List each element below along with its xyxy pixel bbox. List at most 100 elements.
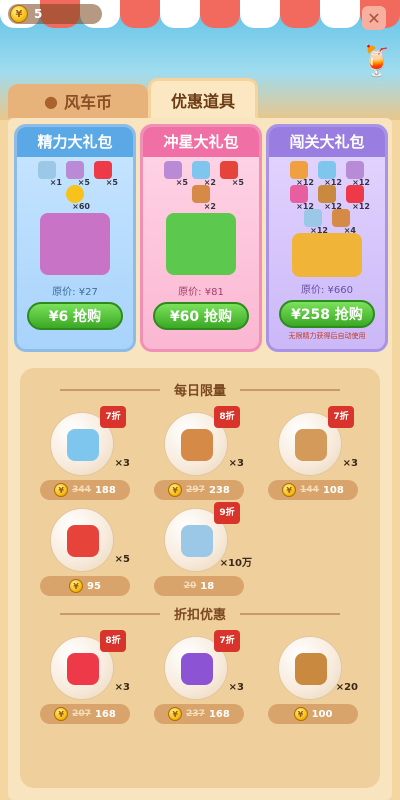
original-price: 原价: ¥27 bbox=[52, 287, 98, 298]
shop-item[interactable]: 8折 ×3 ¥207 168 bbox=[40, 630, 130, 736]
bundle-item: ×12 bbox=[314, 185, 342, 211]
old-price: 237 bbox=[186, 709, 205, 719]
price-button[interactable]: ¥95 bbox=[40, 576, 130, 596]
coin-icon: ¥ bbox=[168, 707, 183, 721]
item-quantity: ×3 bbox=[228, 458, 244, 469]
bundle-title: 精力大礼包 bbox=[17, 127, 133, 157]
bundle-item: ×2 bbox=[188, 161, 216, 187]
bundle-item: ×12 bbox=[342, 185, 370, 211]
grid-box-icon bbox=[67, 525, 99, 557]
original-price: 原价: ¥81 bbox=[178, 287, 224, 298]
gift-box-icon bbox=[40, 213, 110, 275]
coin-icon: ¥ bbox=[282, 483, 297, 497]
bundle-item: ×5 bbox=[62, 161, 90, 187]
tab-label: 优惠道具 bbox=[170, 91, 235, 111]
buy-button[interactable]: ¥258 抢购 bbox=[279, 300, 375, 328]
tab-bar: ● 风车币 优惠道具 bbox=[8, 78, 392, 118]
divider bbox=[240, 389, 340, 391]
bundle-item: ×2 bbox=[188, 185, 216, 211]
bird-icon bbox=[181, 653, 213, 685]
item-quantity: ×5 bbox=[114, 554, 130, 565]
price-button[interactable]: ¥237 168 bbox=[154, 704, 244, 724]
coin-balance-value: 5 bbox=[34, 7, 43, 21]
price-button[interactable]: ¥297 238 bbox=[154, 480, 244, 500]
bundle-items: ×1 ×5 ×5 ×60 bbox=[17, 157, 133, 211]
shop-item[interactable]: ×5 ¥95 bbox=[40, 508, 130, 608]
bundle-card-energy: 精力大礼包 ×1 ×5 ×5 ×60 原价: ¥27 ¥6 抢购 bbox=[14, 124, 136, 352]
price-button[interactable]: 20 18 bbox=[154, 576, 244, 596]
shoe-icon bbox=[318, 161, 336, 179]
current-price: 108 bbox=[322, 484, 344, 496]
coin-icon: ¥ bbox=[69, 579, 84, 593]
bundle-item: ×4 bbox=[328, 209, 356, 235]
bundle-item: ×12 bbox=[286, 161, 314, 187]
candy-icon bbox=[290, 185, 308, 203]
old-price: 207 bbox=[72, 709, 91, 719]
price-button[interactable]: ¥344 188 bbox=[40, 480, 130, 500]
flower-icon bbox=[66, 161, 84, 179]
bear-icon bbox=[192, 185, 210, 203]
buy-button[interactable]: ¥6 抢购 bbox=[27, 302, 123, 330]
bundle-item: ×1 bbox=[34, 161, 62, 187]
item-quantity: ×3 bbox=[114, 682, 130, 693]
bundle-item: ×12 bbox=[314, 161, 342, 187]
bundle-card-level: 闯关大礼包 ×12 ×12 ×12 ×12 ×12 ×12 ×12 ×4 原价:… bbox=[266, 124, 388, 352]
old-price: 20 bbox=[183, 581, 197, 591]
bundle-title: 闯关大礼包 bbox=[269, 127, 385, 157]
close-button[interactable]: ✕ bbox=[362, 6, 386, 30]
shoe-icon bbox=[67, 429, 99, 461]
shop-item[interactable]: 7折 ×3 ¥237 168 bbox=[154, 630, 244, 736]
coin-icon: ¥ bbox=[168, 483, 183, 497]
discount-tag: 8折 bbox=[100, 630, 126, 652]
price-button[interactable]: ¥100 bbox=[268, 704, 358, 724]
shop-item[interactable]: ×20 ¥100 bbox=[268, 636, 358, 736]
bundle-item: ×5 bbox=[216, 161, 244, 187]
butterfly-icon bbox=[346, 161, 364, 179]
fruit-icon bbox=[290, 161, 308, 179]
bundle-item: ×12 bbox=[342, 161, 370, 187]
basket-icon bbox=[318, 185, 336, 203]
shop-item[interactable]: 9折 ×10万 20 18 bbox=[154, 502, 252, 608]
bundle-item: ×5 bbox=[90, 161, 118, 187]
original-price: 原价: ¥660 bbox=[301, 285, 353, 296]
daily-limited-section: 每日限量 7折 ×3 ¥344 188 8折 ×3 ¥297 238 7折 ×3 ¥… bbox=[20, 368, 380, 788]
hourglass-icon bbox=[295, 653, 327, 685]
shop-item[interactable]: 7折 ×3 ¥344 188 bbox=[40, 406, 130, 512]
shoe-icon bbox=[192, 161, 210, 179]
buy-button[interactable]: ¥60 抢购 bbox=[153, 302, 249, 330]
old-price: 344 bbox=[72, 485, 91, 495]
grid-box-icon bbox=[220, 161, 238, 179]
energy-drop-icon bbox=[304, 209, 322, 227]
item-quantity: ×3 bbox=[228, 682, 244, 693]
shop-item[interactable]: 7折 ×3 ¥144 108 bbox=[268, 406, 358, 512]
item-quantity: ×3 bbox=[114, 458, 130, 469]
plus-five-icon bbox=[94, 161, 112, 179]
bundle-card-star: 冲星大礼包 ×5 ×2 ×5 ×2 原价: ¥81 ¥60 抢购 bbox=[140, 124, 262, 352]
price-button[interactable]: ¥144 108 bbox=[268, 480, 358, 500]
current-price: 168 bbox=[208, 708, 230, 720]
bundle-items: ×12 ×12 ×12 ×12 ×12 ×12 ×12 ×4 bbox=[269, 157, 385, 235]
bundle-item: ×12 bbox=[286, 185, 314, 211]
current-price: 238 bbox=[208, 484, 230, 496]
price-button[interactable]: ¥207 168 bbox=[40, 704, 130, 724]
discount-tag: 7折 bbox=[214, 630, 240, 652]
current-price: 168 bbox=[94, 708, 116, 720]
shop-item[interactable]: 8折 ×3 ¥297 238 bbox=[154, 406, 244, 512]
paw-icon: ● bbox=[44, 91, 58, 111]
tab-windmill-coins[interactable]: ● 风车币 bbox=[8, 84, 148, 118]
coin-icon: ¥ bbox=[10, 5, 28, 23]
old-price: 144 bbox=[300, 485, 319, 495]
discount-tag: 7折 bbox=[100, 406, 126, 428]
plus-five-icon bbox=[67, 653, 99, 685]
item-quantity: ×20 bbox=[335, 682, 358, 693]
hammer-icon bbox=[295, 429, 327, 461]
current-price: 188 bbox=[94, 484, 116, 496]
gift-box-icon bbox=[292, 233, 362, 277]
bundle-note: 无限精力获得后自动使用 bbox=[288, 332, 366, 340]
bundle-title: 冲星大礼包 bbox=[143, 127, 259, 157]
coin-icon: ¥ bbox=[54, 483, 69, 497]
coin-icon: ¥ bbox=[293, 707, 308, 721]
tab-discount-items[interactable]: 优惠道具 bbox=[148, 78, 258, 118]
gift-box-icon bbox=[166, 213, 236, 275]
bundle-items: ×5 ×2 ×5 ×2 bbox=[143, 157, 259, 211]
